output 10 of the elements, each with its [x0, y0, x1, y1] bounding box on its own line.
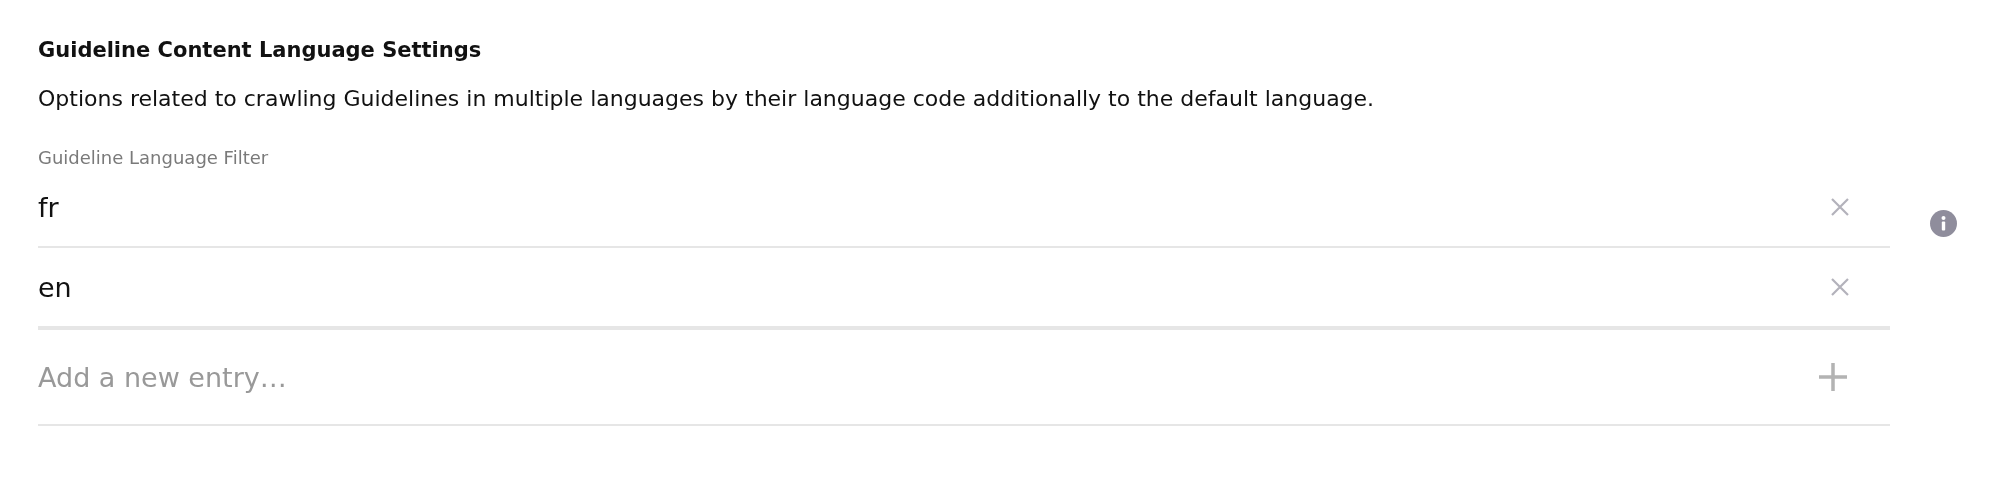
entry-value: en — [38, 271, 72, 303]
section-title: Guideline Content Language Settings — [38, 38, 483, 62]
field-label: Guideline Language Filter — [38, 147, 270, 168]
new-entry-field[interactable]: Add a new entry… — [38, 361, 1814, 393]
plus-icon — [1818, 362, 1848, 392]
section-description: Options related to crawling Guidelines in multiple languages by their language code additionally to the default language. — [38, 86, 1376, 111]
entry-value: fr — [38, 191, 59, 223]
close-icon — [1830, 277, 1850, 297]
close-icon — [1830, 197, 1850, 217]
info-icon[interactable] — [1930, 210, 1957, 237]
